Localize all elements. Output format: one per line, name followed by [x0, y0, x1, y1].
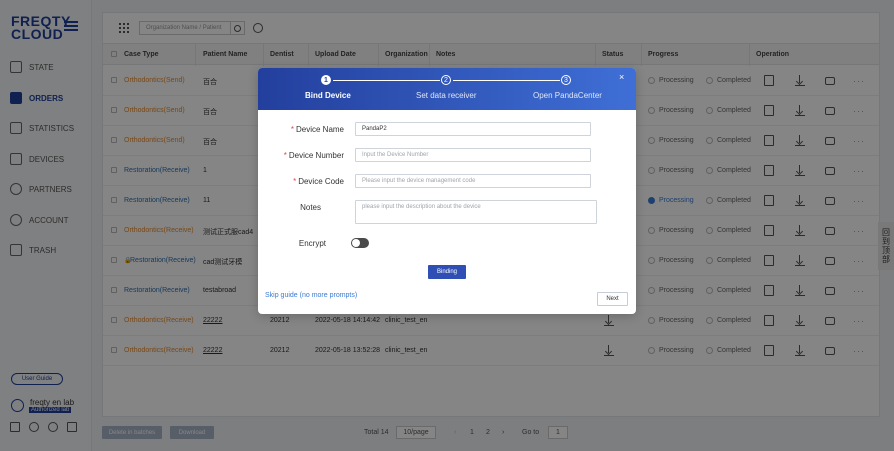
encrypt-toggle[interactable]	[351, 238, 369, 248]
step-2-indicator: 2	[441, 75, 451, 85]
next-button[interactable]: Next	[597, 292, 628, 306]
device-name-label: * Device Name	[290, 125, 344, 134]
wizard-steps-header: 1 2 3 Bind Device Set data receiver Open…	[258, 68, 636, 110]
binding-button[interactable]: Binding	[428, 265, 466, 279]
step-2-label: Set data receiver	[416, 91, 477, 100]
close-icon[interactable]: ×	[619, 72, 624, 82]
notes-textarea[interactable]: please input the description about the d…	[355, 200, 597, 224]
encrypt-label: Encrypt	[298, 239, 326, 248]
step-3-indicator: 3	[561, 75, 571, 85]
device-code-input[interactable]: Please input the device management code	[355, 174, 591, 188]
step-connector	[453, 80, 560, 81]
step-1-label: Bind Device	[305, 91, 351, 100]
step-connector	[333, 80, 440, 81]
device-number-input[interactable]: Input the Device Number	[355, 148, 591, 162]
step-1-indicator: 1	[321, 75, 331, 85]
device-code-label: * Device Code	[293, 177, 344, 186]
skip-guide-link[interactable]: Skip guide (no more prompts)	[265, 292, 357, 299]
step-3-label: Open PandaCenter	[533, 91, 602, 100]
notes-label: Notes	[300, 203, 321, 212]
device-name-input[interactable]: PandaP2	[355, 122, 591, 136]
device-number-label: * Device Number	[283, 151, 344, 160]
